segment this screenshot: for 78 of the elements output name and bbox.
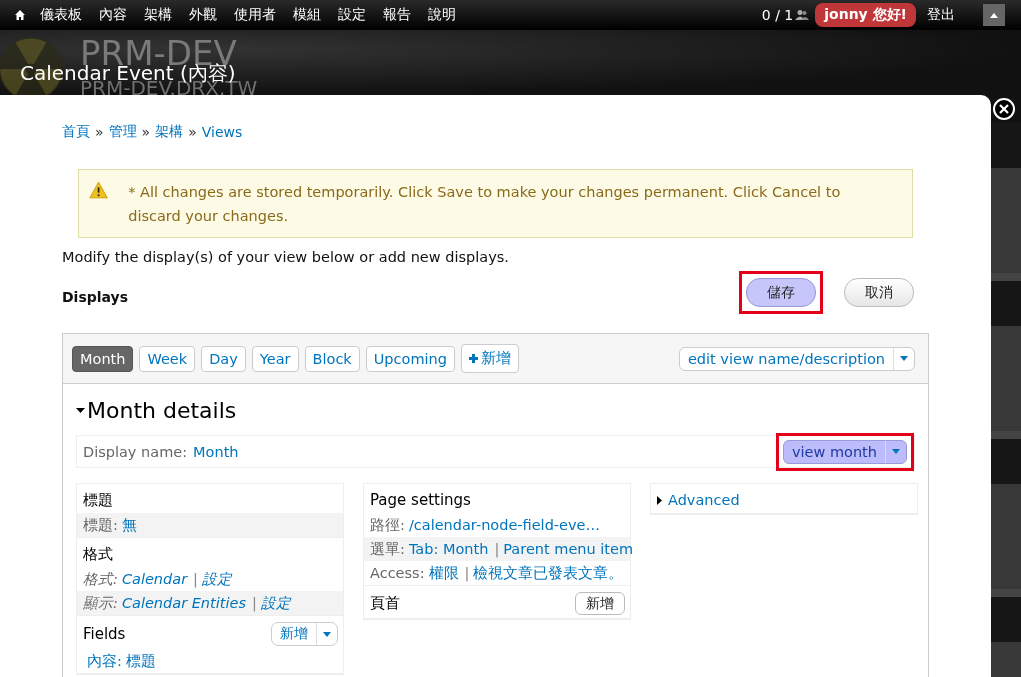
setting-link[interactable]: 設定 (260, 595, 291, 611)
home-icon[interactable] (14, 9, 26, 21)
breadcrumb-separator: » (188, 124, 197, 140)
toolbar-menu-item[interactable]: 外觀 (189, 6, 217, 24)
cancel-button[interactable]: 取消 (844, 278, 914, 307)
up-triangle-icon (990, 12, 998, 18)
add-display-button[interactable]: 新增 (460, 344, 519, 373)
display-tab[interactable]: Year (251, 345, 299, 372)
section-title: Page settings (370, 491, 471, 509)
users-icon (795, 9, 810, 21)
toolbar-menu-item[interactable]: 模組 (293, 6, 321, 24)
toolbar-menu-item[interactable]: 架構 (144, 6, 172, 24)
setting-link[interactable]: 內容: 標題 (87, 653, 157, 669)
display-tab[interactable]: Block (304, 345, 360, 372)
intro-text: Modify the display(s) of your view below or add new displays. (62, 249, 510, 265)
setting-label: 選單: (370, 541, 405, 557)
setting-link[interactable]: 權限 (428, 565, 459, 581)
display-name-label: Display name: (83, 443, 188, 460)
caret-icon (323, 631, 331, 637)
setting-link[interactable]: Tab: Month (408, 541, 489, 557)
edit-view-dropdown[interactable]: edit view name/description (678, 346, 915, 371)
setting-link[interactable]: Parent menu item (503, 541, 634, 557)
breadcrumb-link[interactable]: 管理 (108, 123, 137, 141)
caret-icon (76, 408, 85, 413)
setting-label: Access: (370, 565, 425, 581)
setting-label: 路徑: (370, 517, 405, 533)
close-icon (999, 104, 1009, 114)
user-counter: 0 / 1 (761, 7, 794, 23)
setting-link[interactable]: Calendar Entities (121, 595, 246, 611)
breadcrumb-link[interactable]: 首頁 (62, 123, 90, 141)
display-tab[interactable]: Week (139, 345, 196, 372)
setting-label: 格式: (83, 571, 118, 587)
close-button[interactable] (993, 98, 1015, 120)
toolbar-menu-item[interactable]: 設定 (338, 6, 366, 24)
save-button[interactable]: 儲存 (746, 278, 816, 307)
section-title: 格式 (83, 544, 113, 564)
user-greeting[interactable]: jonny 您好! (815, 3, 916, 27)
caret-icon (900, 356, 908, 361)
breadcrumb-link[interactable]: Views (201, 124, 243, 140)
setting-label: 顯示: (83, 595, 118, 611)
breadcrumb-separator: » (141, 124, 151, 140)
toolbar-menu-item[interactable]: 儀表板 (40, 6, 82, 24)
toolbar-menu-item[interactable]: 說明 (428, 6, 456, 24)
display-tab[interactable]: Upcoming (365, 345, 455, 372)
view-page-dropdown[interactable]: view month (782, 439, 907, 464)
warning-text: * All changes are stored temporarily. Click Save to make your changes permanent. Click Cancel to discard your changes. (128, 183, 842, 226)
collapse-toolbar-button[interactable] (983, 4, 1005, 26)
display-name-link[interactable]: Month (193, 443, 239, 460)
toolbar-menu-item[interactable]: 報告 (383, 6, 411, 24)
link-separator: | (193, 571, 198, 587)
section-title: 頁首 (370, 594, 400, 613)
add-dropdown[interactable]: 新增 (271, 622, 338, 646)
setting-link[interactable]: Calendar (121, 571, 188, 587)
setting-link[interactable]: 檢視文章已發表文章。 (473, 565, 624, 581)
warning-icon (89, 180, 109, 200)
plus-icon (468, 354, 478, 363)
advanced-toggle[interactable]: Advanced (657, 490, 740, 510)
right-triangle-icon (657, 495, 662, 505)
display-tab[interactable]: Day (201, 345, 246, 372)
section-title: 標題 (83, 490, 113, 510)
display-tab[interactable]: Month (72, 345, 134, 372)
breadcrumb-link[interactable]: 架構 (155, 123, 184, 141)
link-separator: | (464, 565, 470, 581)
setting-label: 標題: (83, 517, 118, 533)
section-title: Fields (83, 625, 126, 643)
link-separator: | (494, 541, 500, 557)
setting-link[interactable]: 設定 (202, 571, 232, 587)
setting-link[interactable]: /calendar-node-field-eve… (408, 517, 600, 533)
add-button[interactable]: 新增 (575, 592, 625, 615)
displays-label: Displays (62, 288, 129, 305)
caret-icon (892, 449, 900, 454)
section-heading[interactable]: Month details (76, 398, 915, 423)
logout-link[interactable]: 登出 (927, 6, 955, 24)
setting-link[interactable]: 無 (121, 517, 137, 533)
toolbar-menu-item[interactable]: 內容 (99, 6, 127, 24)
link-separator: | (251, 595, 257, 611)
breadcrumb-separator: » (95, 124, 104, 140)
toolbar-menu-item[interactable]: 使用者 (234, 6, 276, 24)
